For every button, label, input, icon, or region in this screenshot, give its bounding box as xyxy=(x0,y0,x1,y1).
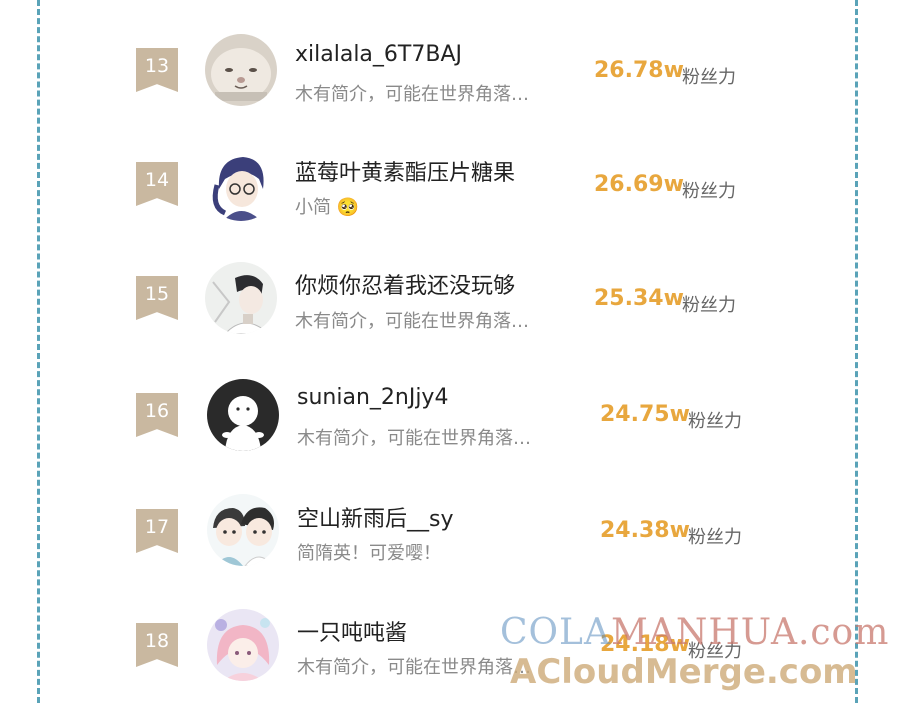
chibi-couple-avatar-image xyxy=(207,494,279,566)
user-bio: 木有简介，可能在世界角落… xyxy=(297,657,531,678)
user-bio: 木有简介，可能在世界角落… xyxy=(297,428,531,449)
rank-badge: 14 xyxy=(136,162,178,206)
avatar[interactable] xyxy=(207,379,279,451)
rank-badge: 18 xyxy=(136,623,178,667)
rank-badge: 17 xyxy=(136,509,178,553)
user-name[interactable]: 蓝莓叶黄素酯压片糖果 xyxy=(295,155,515,187)
fans-label: 粉丝力 xyxy=(688,527,742,548)
watermark-colamanhua: COLAMANHUA.com xyxy=(500,612,889,653)
default-user-avatar-image xyxy=(207,379,279,451)
rank-badge: 16 xyxy=(136,393,178,437)
fans-value: 25.34w xyxy=(594,286,684,311)
user-bio: 木有简介，可能在世界角落… xyxy=(295,311,529,332)
user-name[interactable]: sunian_2nJjy4 xyxy=(297,385,448,410)
user-name[interactable]: 空山新雨后__sy xyxy=(297,501,453,533)
pleading-face-emoji-icon: 🥺 xyxy=(336,197,360,218)
anime-boy-glasses-avatar-image xyxy=(205,149,277,221)
anime-boy-avatar-image xyxy=(205,262,277,334)
user-name[interactable]: 一只吨吨酱 xyxy=(297,615,407,647)
watermark-part-b: MANHUA.com xyxy=(610,612,890,653)
fans-label: 粉丝力 xyxy=(688,411,742,432)
rank-badge: 15 xyxy=(136,276,178,320)
fans-label: 粉丝力 xyxy=(682,295,736,316)
fans-value: 24.38w xyxy=(600,518,690,543)
avatar[interactable] xyxy=(205,149,277,221)
dashed-border-right xyxy=(855,0,858,703)
fans-value: 24.75w xyxy=(600,402,690,427)
watermark-acloudmerge: ACloudMerge.com xyxy=(510,652,858,692)
fans-value: 26.69w xyxy=(594,172,684,197)
user-bio: 小简 🥺 xyxy=(295,193,359,219)
dashed-border-left xyxy=(37,0,40,703)
user-name[interactable]: 你烦你忍着我还没玩够 xyxy=(295,268,515,300)
avatar[interactable] xyxy=(207,609,279,681)
avatar[interactable] xyxy=(205,262,277,334)
fans-label: 粉丝力 xyxy=(682,181,736,202)
avatar[interactable] xyxy=(207,494,279,566)
pink-hair-girl-avatar-image xyxy=(207,609,279,681)
ranking-row[interactable]: 18 一只吨吨酱 木有简介，可能在世界角落… 24.18w 粉丝力 xyxy=(0,0,900,681)
user-bio: 简隋英！可爱嘤！ xyxy=(297,543,441,564)
watermark-part-a: COLA xyxy=(500,612,611,653)
user-bio-text: 小简 xyxy=(295,197,331,218)
